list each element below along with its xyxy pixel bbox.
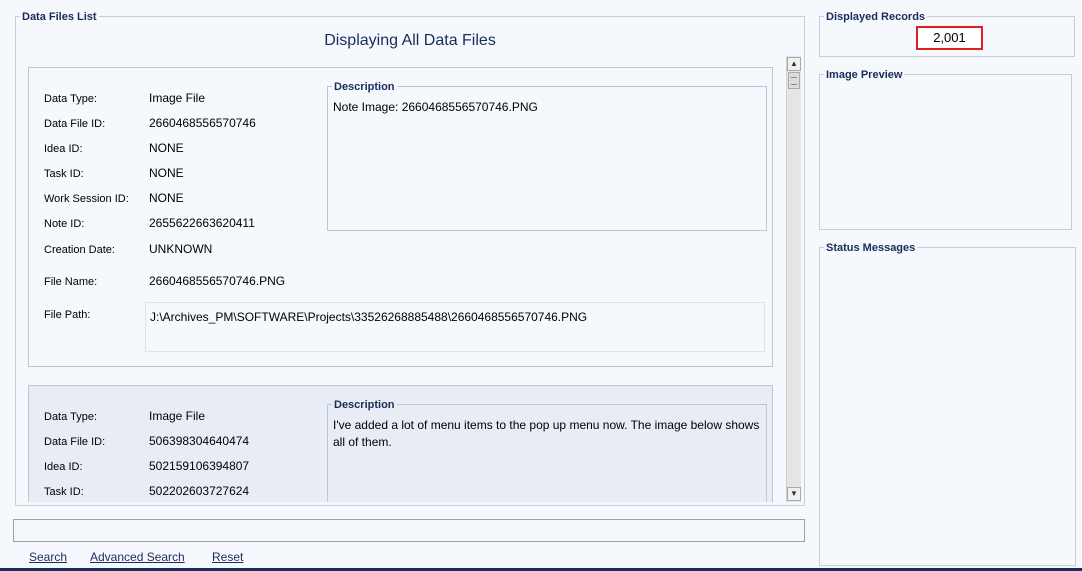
task-id-label: Task ID: xyxy=(44,168,84,180)
search-input[interactable] xyxy=(13,519,805,542)
creation-date-value: UNKNOWN xyxy=(149,242,213,256)
image-preview-panel: Image Preview xyxy=(819,69,1072,230)
search-link[interactable]: Search xyxy=(29,550,67,564)
status-messages-legend: Status Messages xyxy=(824,242,918,254)
data-file-id-value: 2660468556570746 xyxy=(149,116,256,130)
work-session-id-label: Work Session ID: xyxy=(44,193,129,205)
image-preview-legend: Image Preview xyxy=(824,69,905,81)
scroll-down-icon[interactable]: ▼ xyxy=(787,487,801,501)
data-type-value: Image File xyxy=(149,409,206,423)
file-name-value: 2660468556570746.PNG xyxy=(149,274,286,288)
idea-id-label: Idea ID: xyxy=(44,143,83,155)
data-type-label: Data Type: xyxy=(44,411,97,423)
description-text: I've added a lot of menu items to the po… xyxy=(333,418,760,449)
note-id-value: 2655622663620411 xyxy=(149,216,255,230)
idea-id-value: 502159106394807 xyxy=(149,459,250,473)
idea-id-label: Idea ID: xyxy=(44,461,83,473)
reset-link[interactable]: Reset xyxy=(212,550,243,564)
advanced-search-link[interactable]: Advanced Search xyxy=(90,550,185,564)
records-scrollbar[interactable]: ▲ ▼ xyxy=(786,56,801,502)
task-id-label: Task ID: xyxy=(44,486,84,498)
displayed-records-count: 2,001 xyxy=(916,26,983,50)
file-name-label: File Name: xyxy=(44,276,98,288)
description-legend: Description xyxy=(332,399,397,411)
record-card[interactable]: Data Type: Image File Data File ID: 5063… xyxy=(28,385,773,502)
page-title: Displaying All Data Files xyxy=(324,32,496,49)
task-id-value: NONE xyxy=(149,166,184,180)
data-type-value: Image File xyxy=(149,91,206,105)
note-id-label: Note ID: xyxy=(44,218,85,230)
data-type-label: Data Type: xyxy=(44,93,97,105)
creation-date-label: Creation Date: xyxy=(44,244,115,256)
data-files-list-legend: Data Files List xyxy=(20,11,99,23)
file-path-label: File Path: xyxy=(44,309,91,321)
scroll-up-icon[interactable]: ▲ xyxy=(787,57,801,71)
task-id-value: 502202603727624 xyxy=(149,484,250,498)
work-session-id-value: NONE xyxy=(149,191,184,205)
records-scroll-area[interactable]: Data Type: Image File Data File ID: 2660… xyxy=(13,55,803,502)
idea-id-value: NONE xyxy=(149,141,184,155)
data-file-id-value: 506398304640474 xyxy=(149,434,250,448)
data-file-id-label: Data File ID: xyxy=(44,118,106,130)
status-messages-panel: Status Messages xyxy=(819,242,1076,566)
scroll-thumb[interactable] xyxy=(788,72,800,89)
description-box[interactable]: Description Note Image: 2660468556570746… xyxy=(327,81,767,231)
description-box[interactable]: Description I've added a lot of menu ite… xyxy=(327,399,767,502)
record-card[interactable]: Data Type: Image File Data File ID: 2660… xyxy=(28,67,773,367)
file-path-value[interactable]: J:\Archives_PM\SOFTWARE\Projects\3352626… xyxy=(145,302,765,352)
data-file-id-label: Data File ID: xyxy=(44,436,106,448)
description-legend: Description xyxy=(332,81,397,93)
description-text: Note Image: 2660468556570746.PNG xyxy=(333,100,538,114)
displayed-records-legend: Displayed Records xyxy=(824,11,928,23)
